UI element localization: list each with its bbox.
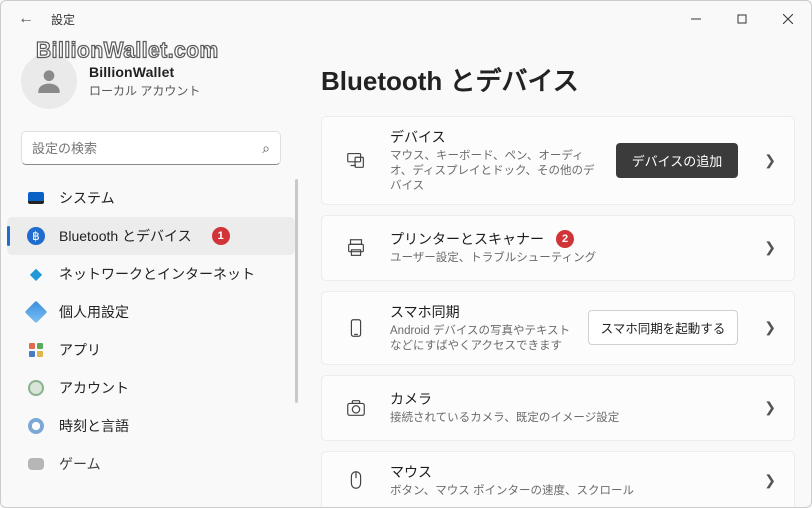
main: Bluetooth とデバイス デバイス マウス、キーボード、ペン、オーディオ、… xyxy=(301,37,811,507)
card-title: スマホ同期 xyxy=(390,302,574,322)
gaming-icon xyxy=(27,455,45,473)
printer-icon xyxy=(336,237,376,259)
search-input[interactable] xyxy=(32,141,262,156)
card-camera[interactable]: カメラ 接続されているカメラ、既定のイメージ設定 ❯ xyxy=(321,375,795,441)
sidebar-item-gaming[interactable]: ゲーム xyxy=(7,445,295,483)
window-title: 設定 xyxy=(51,11,75,28)
user-account-type: ローカル アカウント xyxy=(89,82,200,99)
sidebar-item-label: システム xyxy=(59,188,115,208)
user-name: BillionWallet xyxy=(89,64,200,80)
apps-icon xyxy=(27,341,45,359)
card-title: プリンターとスキャナー xyxy=(390,229,544,249)
sidebar-item-accounts[interactable]: アカウント xyxy=(7,369,295,407)
sidebar-item-label: ネットワークとインターネット xyxy=(59,264,255,284)
sidebar-item-bluetooth[interactable]: ฿ Bluetooth とデバイス 1 xyxy=(7,217,295,255)
card-printers[interactable]: プリンターとスキャナー 2 ユーザー設定、トラブルシューティング ❯ xyxy=(321,215,795,281)
sidebar-item-label: アプリ xyxy=(59,340,101,360)
chevron-right-icon: ❯ xyxy=(760,152,780,169)
accounts-icon xyxy=(27,379,45,397)
card-title: カメラ xyxy=(390,389,746,409)
card-subtitle: マウス、キーボード、ペン、オーディオ、ディスプレイとドック、その他のデバイス xyxy=(390,149,602,194)
sidebar-scrollbar[interactable] xyxy=(295,179,298,403)
phone-icon xyxy=(336,317,376,339)
page-title: Bluetooth とデバイス xyxy=(321,61,795,98)
window-controls xyxy=(673,1,811,37)
card-subtitle: ボタン、マウス ポインターの速度、スクロール xyxy=(390,484,746,499)
sidebar-item-network[interactable]: ◆ ネットワークとインターネット xyxy=(7,255,295,293)
card-subtitle: 接続されているカメラ、既定のイメージ設定 xyxy=(390,411,746,426)
back-button[interactable]: ← xyxy=(15,10,37,28)
personalization-icon xyxy=(27,303,45,321)
sidebar-item-personalization[interactable]: 個人用設定 xyxy=(7,293,295,331)
maximize-button[interactable] xyxy=(719,1,765,37)
devices-icon xyxy=(336,149,376,171)
annotation-badge-1: 1 xyxy=(212,227,230,245)
chevron-right-icon: ❯ xyxy=(760,239,780,256)
card-title: マウス xyxy=(390,462,746,482)
chevron-right-icon: ❯ xyxy=(760,399,780,416)
sidebar-nav: システム ฿ Bluetooth とデバイス 1 ◆ ネットワークとインターネッ… xyxy=(1,179,301,507)
time-icon xyxy=(27,417,45,435)
sidebar-item-label: アカウント xyxy=(59,378,129,398)
minimize-button[interactable] xyxy=(673,1,719,37)
sidebar-item-label: 時刻と言語 xyxy=(59,416,129,436)
close-button[interactable] xyxy=(765,1,811,37)
sidebar-item-time[interactable]: 時刻と言語 xyxy=(7,407,295,445)
card-devices[interactable]: デバイス マウス、キーボード、ペン、オーディオ、ディスプレイとドック、その他のデ… xyxy=(321,116,795,205)
sidebar-item-label: ゲーム xyxy=(59,454,101,474)
add-device-button[interactable]: デバイスの追加 xyxy=(616,143,739,178)
sidebar-item-system[interactable]: システム xyxy=(7,179,295,217)
user-profile[interactable]: BillionWallet.com BillionWallet ローカル アカウ… xyxy=(1,45,301,123)
card-phone-link[interactable]: スマホ同期 Android デバイスの写真やテキストなどにすばやくアクセスできま… xyxy=(321,291,795,365)
sidebar: BillionWallet.com BillionWallet ローカル アカウ… xyxy=(1,37,301,507)
camera-icon xyxy=(336,397,376,419)
search-icon: ⌕ xyxy=(262,140,270,157)
chevron-right-icon: ❯ xyxy=(760,472,780,489)
annotation-badge-2: 2 xyxy=(556,230,574,248)
card-title: デバイス xyxy=(390,127,602,147)
network-icon: ◆ xyxy=(27,265,45,283)
open-phone-link-button[interactable]: スマホ同期を起動する xyxy=(588,310,739,345)
bluetooth-icon: ฿ xyxy=(27,227,45,245)
search-box[interactable]: ⌕ xyxy=(21,131,281,165)
card-subtitle: ユーザー設定、トラブルシューティング xyxy=(390,251,746,266)
sidebar-item-label: Bluetooth とデバイス xyxy=(59,226,192,246)
card-subtitle: Android デバイスの写真やテキストなどにすばやくアクセスできます xyxy=(390,324,574,354)
avatar xyxy=(21,53,77,109)
card-mouse[interactable]: マウス ボタン、マウス ポインターの速度、スクロール ❯ xyxy=(321,451,795,507)
system-icon xyxy=(27,189,45,207)
sidebar-item-label: 個人用設定 xyxy=(59,302,129,322)
sidebar-item-apps[interactable]: アプリ xyxy=(7,331,295,369)
chevron-right-icon: ❯ xyxy=(760,319,780,336)
mouse-icon xyxy=(336,469,376,491)
